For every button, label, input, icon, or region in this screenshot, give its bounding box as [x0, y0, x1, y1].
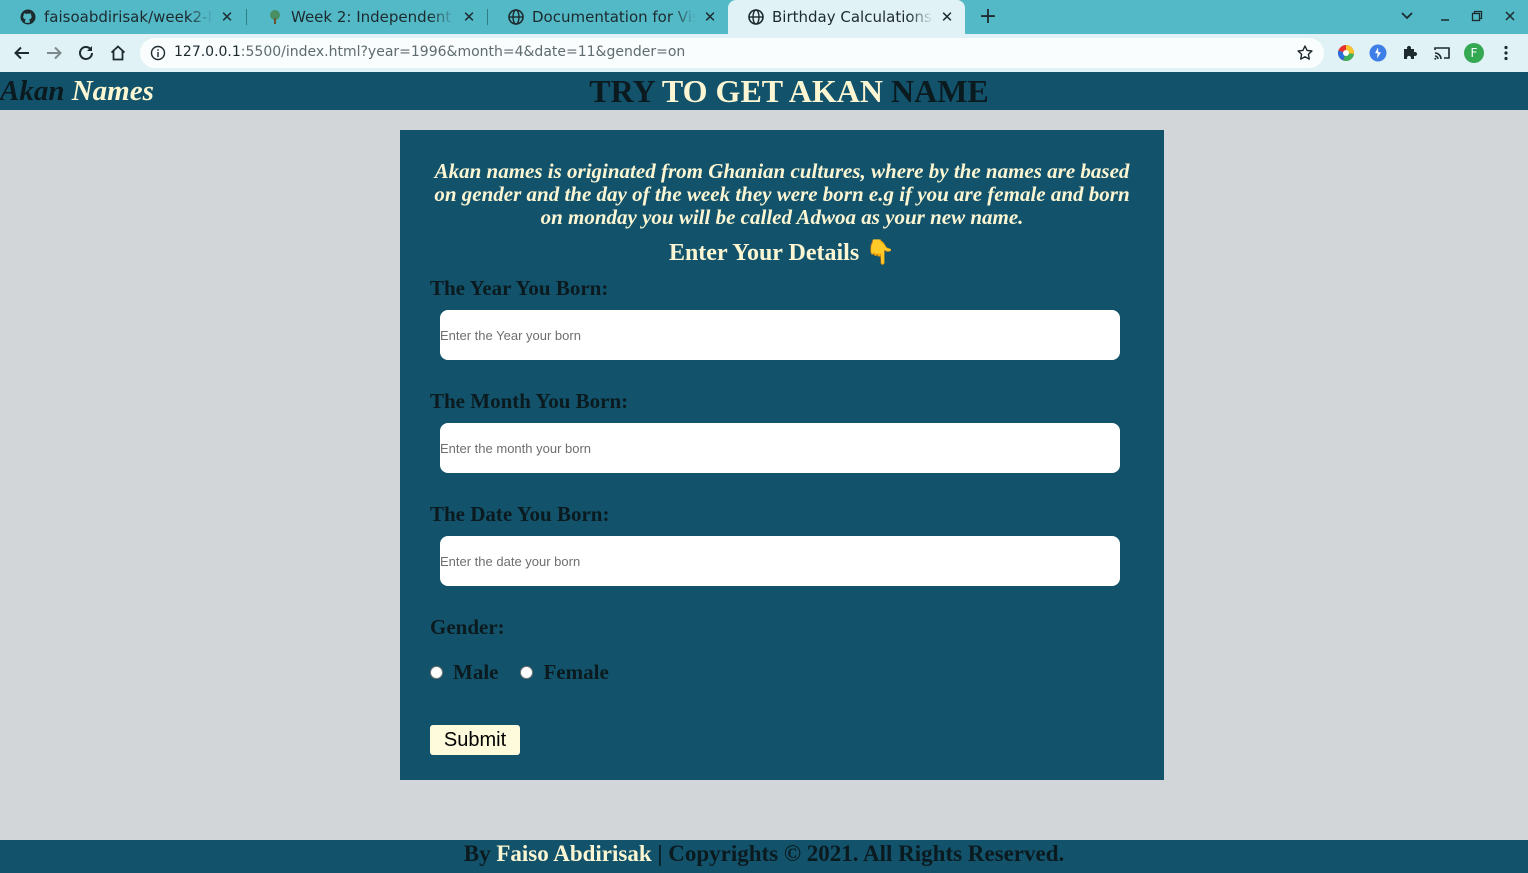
tab-title: Week 2: Independent Project	[291, 8, 455, 26]
submit-button[interactable]: Submit	[430, 725, 520, 755]
gender-label: Gender:	[430, 615, 505, 639]
page-headline: TRY TO GET AKAN NAME	[0, 74, 1528, 108]
extensions-puzzle-icon[interactable]	[1401, 44, 1419, 62]
globe-icon	[748, 9, 764, 25]
browser-toolbar: 127.0.0.1:5500/index.html?year=1996&mont…	[0, 34, 1528, 72]
forward-icon[interactable]	[43, 42, 65, 64]
male-label: Male	[453, 660, 499, 684]
gender-options: Male Female	[430, 660, 631, 685]
close-window-icon[interactable]	[1500, 6, 1520, 26]
url-text: 127.0.0.1:5500/index.html?year=1996&mont…	[174, 44, 685, 60]
site-info-icon[interactable]	[150, 45, 166, 61]
home-icon[interactable]	[107, 42, 129, 64]
react-devtools-extension-icon[interactable]	[1369, 44, 1387, 62]
close-tab-icon[interactable]: ✕	[219, 8, 235, 26]
tab-search-icon[interactable]	[1397, 6, 1417, 26]
year-label: The Year You Born:	[430, 276, 609, 300]
github-icon	[20, 9, 36, 25]
tree-icon	[267, 9, 283, 25]
tab-birthday-calculations[interactable]: Birthday Calculations In Akan ✕	[728, 0, 965, 34]
details-title: Enter Your Details 👇	[668, 240, 896, 266]
male-radio[interactable]	[430, 666, 443, 679]
back-icon[interactable]	[11, 42, 33, 64]
color-picker-extension-icon[interactable]	[1337, 44, 1355, 62]
headline-word: NAME	[891, 73, 989, 109]
globe-icon	[508, 9, 524, 25]
intro-text: Akan names is originated from Ghanian cu…	[434, 159, 1130, 229]
footer-author: Faiso Abdirisak	[496, 841, 652, 866]
close-tab-icon[interactable]: ✕	[702, 8, 718, 26]
footer-copyright: | Copyrights © 2021. All Rights Reserved…	[657, 841, 1065, 866]
footer-by: By	[463, 841, 491, 866]
reload-icon[interactable]	[75, 42, 97, 64]
new-tab-button[interactable]: +	[976, 4, 1000, 29]
headline-word: TO GET	[661, 73, 783, 109]
bookmark-star-icon[interactable]	[1296, 44, 1314, 62]
akan-form-card: Akan names is originated from Ghanian cu…	[400, 130, 1164, 780]
tab-github[interactable]: faisoabdirisak/week2-IP ✕	[0, 0, 245, 34]
tab-title: faisoabdirisak/week2-IP	[44, 8, 213, 26]
close-tab-icon[interactable]: ✕	[939, 8, 955, 26]
browser-tab-bar: faisoabdirisak/week2-IP ✕ Week 2: Indepe…	[0, 0, 1528, 34]
month-label: The Month You Born:	[430, 389, 629, 413]
url-host: 127.0.0.1	[174, 44, 241, 60]
tab-title: Documentation for Visual Studio Code	[532, 8, 696, 26]
more-menu-icon[interactable]	[1497, 44, 1515, 62]
close-tab-icon[interactable]: ✕	[461, 8, 477, 26]
headline-word: TRY	[589, 73, 655, 109]
tab-title: Birthday Calculations In Akan	[772, 8, 933, 26]
tab-vscode-docs[interactable]: Documentation for Visual Studio Code ✕	[488, 0, 728, 34]
page-header: Akan Names TRY TO GET AKAN NAME	[0, 72, 1528, 110]
date-input[interactable]	[440, 536, 1120, 586]
female-radio[interactable]	[520, 666, 534, 679]
minimize-icon[interactable]	[1435, 6, 1455, 26]
address-bar[interactable]: 127.0.0.1:5500/index.html?year=1996&mont…	[140, 38, 1324, 68]
headline-word: AKAN	[788, 73, 883, 109]
year-input[interactable]	[440, 310, 1120, 360]
page-footer: By Faiso Abdirisak | Copyrights © 2021. …	[0, 840, 1528, 873]
cast-icon[interactable]	[1433, 44, 1451, 62]
url-path: :5500/index.html?year=1996&month=4&date=…	[240, 44, 686, 60]
month-input[interactable]	[440, 423, 1120, 473]
date-label: The Date You Born:	[430, 502, 610, 526]
female-label: Female	[543, 660, 609, 684]
restore-icon[interactable]	[1467, 6, 1487, 26]
tab-week2[interactable]: Week 2: Independent Project ✕	[247, 0, 487, 34]
profile-avatar[interactable]: F	[1464, 43, 1484, 63]
